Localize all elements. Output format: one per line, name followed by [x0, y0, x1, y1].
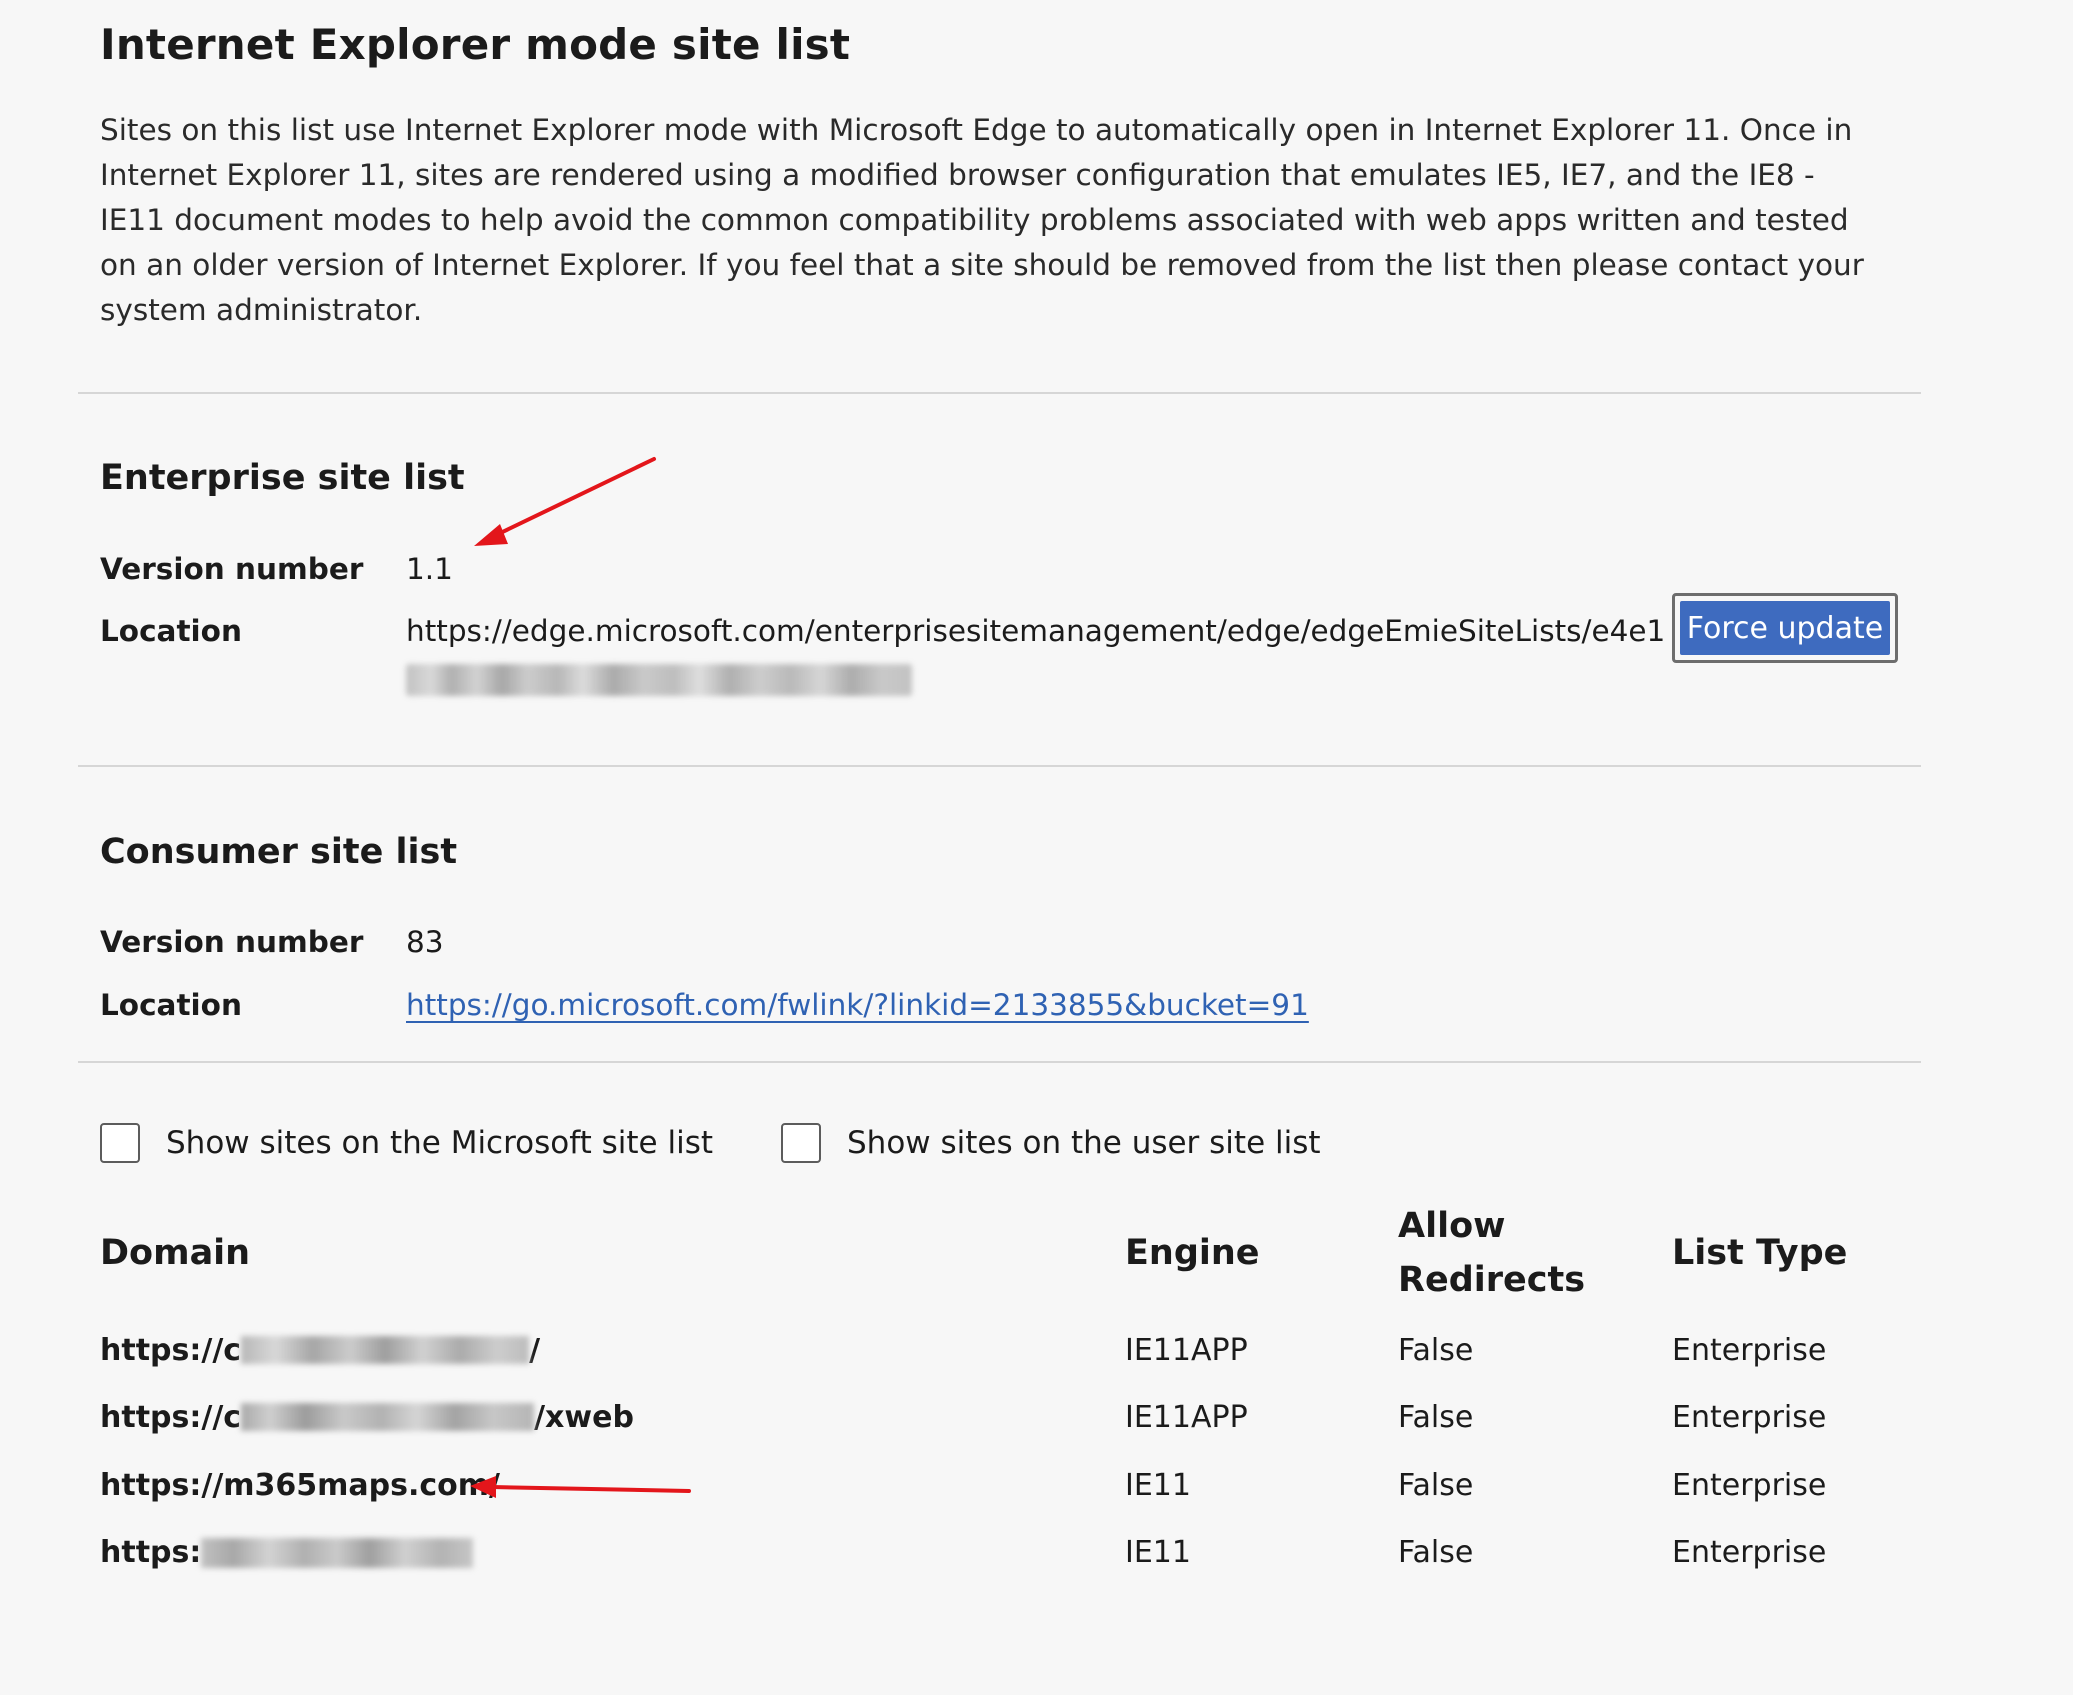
divider [78, 392, 1921, 394]
site-list-page: Internet Explorer mode site list Sites o… [0, 0, 2073, 1695]
domain-prefix: https://c [100, 1333, 242, 1368]
divider [78, 765, 1921, 767]
table-row-list-type: Enterprise [1672, 1535, 1827, 1570]
domain-suffix: /xweb [534, 1400, 634, 1435]
consumer-heading: Consumer site list [100, 832, 458, 872]
engine-column-header: Engine [1125, 1233, 1260, 1273]
table-row-engine: IE11 [1125, 1468, 1191, 1503]
table-row-domain: https: [100, 1535, 474, 1570]
table-row-domain: https://c/xweb [100, 1400, 634, 1435]
allow-redirects-header-line2: Redirects [1398, 1260, 1586, 1300]
table-row-list-type: Enterprise [1672, 1333, 1827, 1368]
allow-redirects-header-line1: Allow [1398, 1206, 1506, 1246]
consumer-location-label: Location [100, 988, 242, 1022]
domain-prefix: https://m365maps.com/ [100, 1468, 501, 1503]
table-row-allow-redirects: False [1398, 1468, 1474, 1503]
consumer-location-link[interactable]: https://go.microsoft.com/fwlink/?linkid=… [406, 988, 1309, 1022]
m365maps-annotation-arrow-icon [470, 1476, 691, 1498]
table-row-engine: IE11APP [1125, 1400, 1248, 1435]
force-update-label: Force update [1680, 601, 1890, 655]
domain-suffix: / [529, 1333, 541, 1368]
table-row-engine: IE11 [1125, 1535, 1191, 1570]
microsoft-site-list-label: Show sites on the Microsoft site list [166, 1125, 713, 1161]
microsoft-site-list-filter[interactable]: Show sites on the Microsoft site list [100, 1123, 713, 1163]
version-annotation-arrow-icon [474, 457, 656, 546]
redacted-domain [241, 1403, 535, 1431]
domain-prefix: https://c [100, 1400, 242, 1435]
table-row-domain: https://m365maps.com/ [100, 1468, 500, 1503]
table-row-list-type: Enterprise [1672, 1468, 1827, 1503]
microsoft-site-list-checkbox[interactable] [100, 1123, 140, 1163]
domain-prefix: https: [100, 1535, 202, 1570]
table-row-allow-redirects: False [1398, 1333, 1474, 1368]
user-site-list-label: Show sites on the user site list [847, 1125, 1321, 1161]
table-row-allow-redirects: False [1398, 1535, 1474, 1570]
redacted-location-continuation [406, 664, 912, 696]
user-site-list-filter[interactable]: Show sites on the user site list [781, 1123, 1321, 1163]
force-update-button[interactable]: Force update [1672, 593, 1898, 663]
divider [78, 1061, 1921, 1063]
page-description: Sites on this list use Internet Explorer… [100, 113, 1864, 327]
enterprise-location-label: Location [100, 614, 242, 648]
enterprise-heading: Enterprise site list [100, 458, 465, 498]
table-row-list-type: Enterprise [1672, 1400, 1827, 1435]
list-type-column-header: List Type [1672, 1233, 1848, 1273]
consumer-version-label: Version number [100, 925, 364, 959]
table-row-engine: IE11APP [1125, 1333, 1248, 1368]
domain-column-header: Domain [100, 1233, 251, 1273]
allow-redirects-column-header: Allow Redirects [1398, 1199, 1585, 1307]
page-title: Internet Explorer mode site list [100, 20, 851, 69]
redacted-domain [241, 1336, 530, 1364]
consumer-version-value: 83 [406, 925, 444, 959]
redacted-domain [201, 1538, 474, 1568]
enterprise-location-value: https://edge.microsoft.com/enterprisesit… [406, 614, 1666, 648]
enterprise-version-value: 1.1 [406, 552, 453, 586]
table-row-domain: https://c / [100, 1333, 540, 1368]
user-site-list-checkbox[interactable] [781, 1123, 821, 1163]
enterprise-version-label: Version number [100, 552, 364, 586]
table-row-allow-redirects: False [1398, 1400, 1474, 1435]
